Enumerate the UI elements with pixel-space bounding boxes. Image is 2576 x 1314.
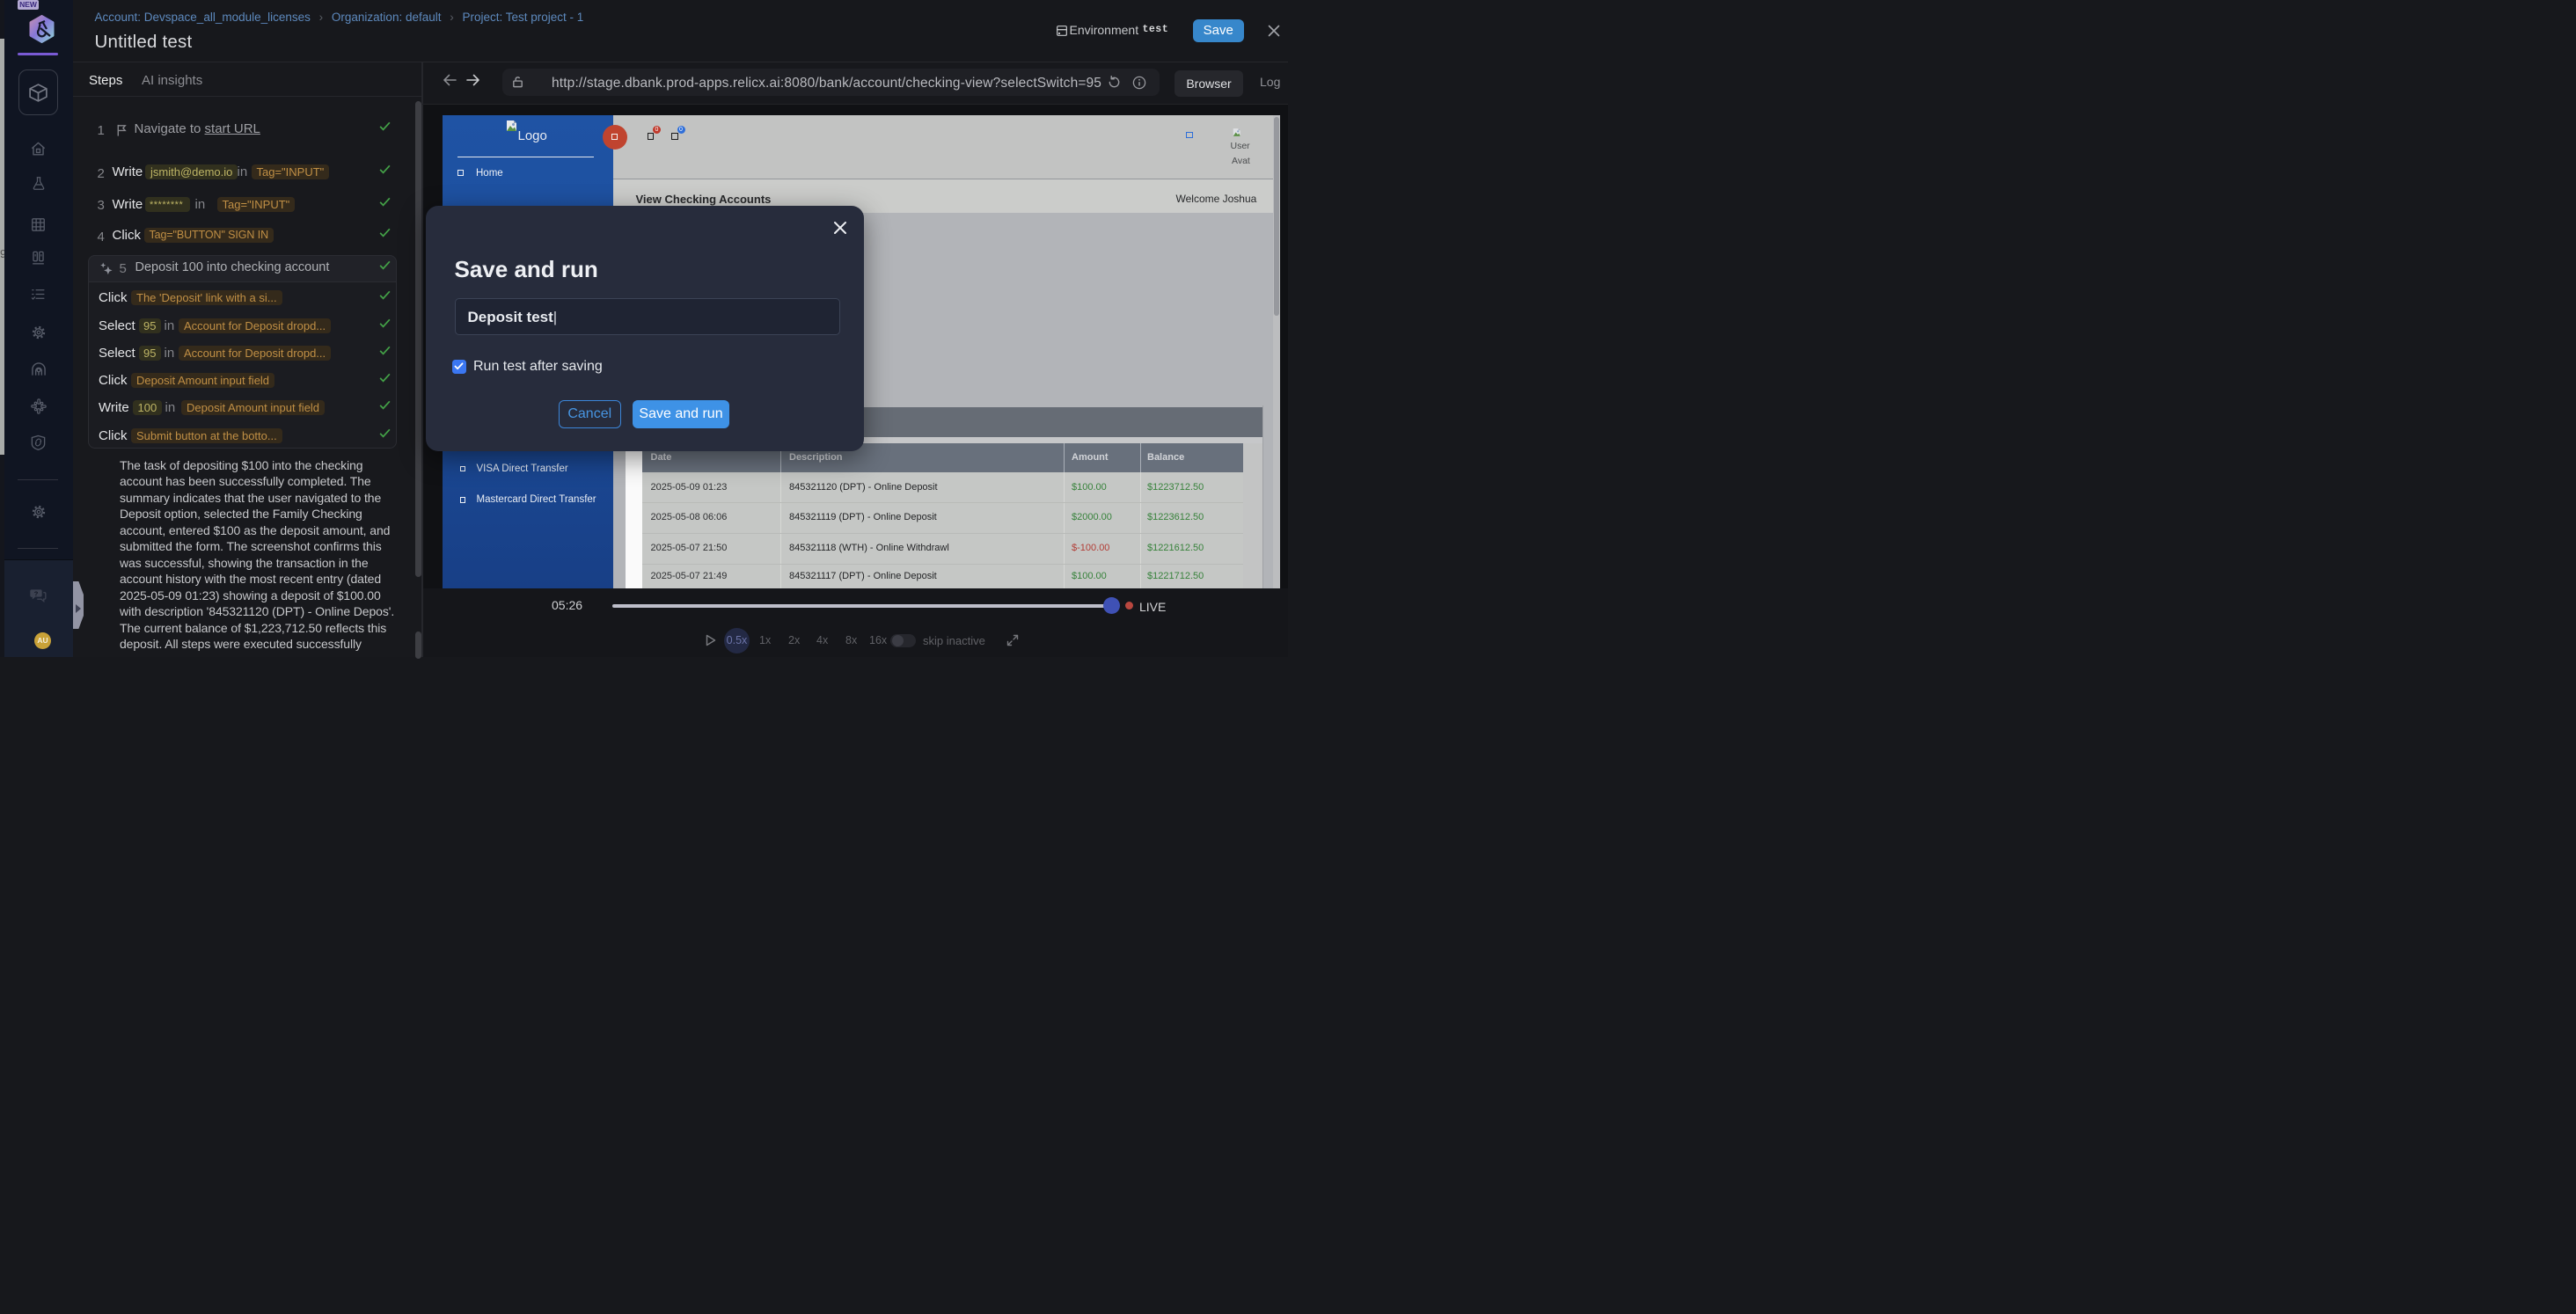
svg-text:?: ? (34, 589, 39, 597)
